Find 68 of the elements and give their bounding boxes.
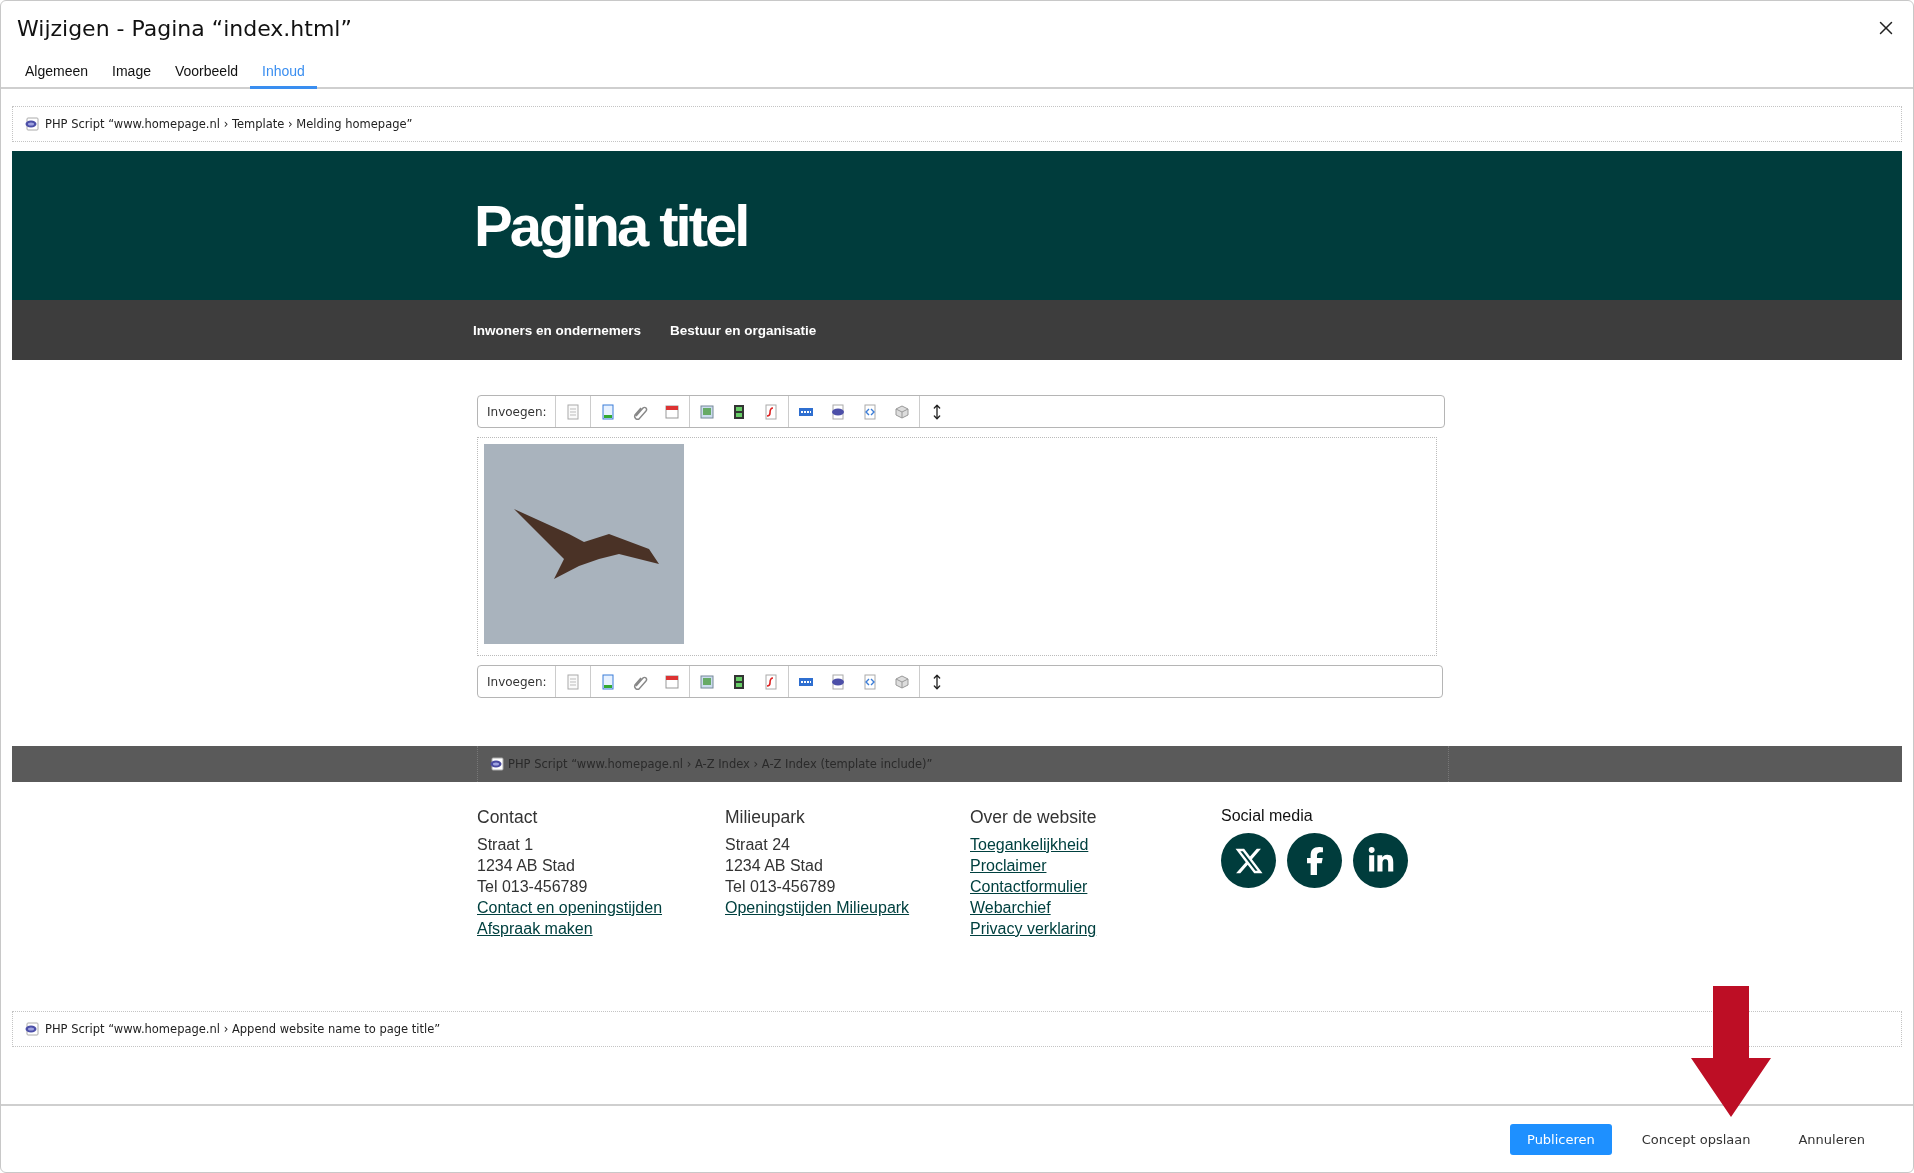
footer-text: Tel 013-456789: [725, 877, 837, 897]
picture-document-icon: [599, 403, 616, 420]
footer-link[interactable]: Contactformulier: [970, 876, 1088, 897]
footer-link[interactable]: Openingstijden Milieupark: [725, 897, 910, 918]
footer-link[interactable]: Afspraak maken: [477, 918, 593, 939]
document-icon: [564, 403, 581, 420]
footer-text: 1234 AB Stad: [725, 856, 824, 876]
action-button[interactable]: Concept opslaan: [1629, 1123, 1763, 1155]
php-file-button[interactable]: [829, 403, 846, 420]
tab[interactable]: Image: [100, 55, 163, 89]
calendar-button[interactable]: [663, 403, 680, 420]
calendar-button[interactable]: [663, 673, 680, 690]
social-link[interactable]: [1353, 833, 1408, 888]
nav-link[interactable]: Bestuur en organisatie: [670, 322, 817, 338]
picture-document-icon: [599, 673, 616, 690]
php-file-icon: [25, 1022, 39, 1036]
box-button[interactable]: [893, 403, 910, 420]
footer-text: Straat 24: [725, 835, 791, 855]
code-file-button[interactable]: [861, 673, 878, 690]
picture-document-button[interactable]: [599, 403, 616, 420]
footer-heading: Milieupark: [725, 807, 806, 828]
action-button[interactable]: Annuleren: [1786, 1123, 1877, 1155]
footer-link[interactable]: Webarchief: [970, 897, 1051, 918]
flash-document-button[interactable]: [762, 403, 779, 420]
picture-button[interactable]: [698, 403, 715, 420]
script-path: PHP Script “www.homepage.nl › Append website name to page title”: [45, 1022, 441, 1036]
nav-link[interactable]: Inwoners en ondernemers: [473, 322, 642, 338]
tab[interactable]: Voorbeeld: [162, 55, 251, 89]
code-file-button[interactable]: [861, 403, 878, 420]
footer-link[interactable]: Contact en openingstijden: [477, 897, 663, 918]
footer-heading: Contact: [477, 807, 539, 828]
footer-text: 1234 AB Stad: [477, 856, 576, 876]
footer-heading: Over de website: [970, 807, 1098, 828]
php-file-icon: [490, 757, 504, 771]
picture-button[interactable]: [698, 673, 715, 690]
picture-icon: [698, 673, 715, 690]
php-file-button[interactable]: [829, 673, 846, 690]
tab[interactable]: Algemeen: [13, 55, 101, 89]
flash-document-button[interactable]: [762, 673, 779, 690]
box-icon: [893, 673, 910, 690]
script-path: PHP Script “www.homepage.nl › Template › Melding homepage”: [45, 117, 413, 131]
flash-document-icon: [762, 673, 779, 690]
social-link[interactable]: [1221, 833, 1276, 888]
footer-text: Straat 1: [477, 835, 535, 855]
php-file-icon: [829, 403, 846, 420]
toolbar-label: Invoegen:: [487, 674, 547, 689]
dialog-title: Wijzigen - Pagina “index.html”: [17, 15, 352, 41]
linkedin-icon: [1366, 846, 1395, 875]
php-file-icon: [25, 117, 39, 131]
page-title: Pagina titel: [474, 192, 748, 259]
code-file-icon: [861, 673, 878, 690]
toolbar-label: Invoegen:: [487, 404, 547, 419]
footer-heading: Social media: [1221, 807, 1314, 825]
social-link[interactable]: [1287, 833, 1342, 888]
footer-link[interactable]: Privacy verklaring: [970, 918, 1097, 939]
footer-link[interactable]: Toegankelijkheid: [970, 834, 1089, 855]
picture-document-button[interactable]: [599, 673, 616, 690]
code-file-icon: [861, 403, 878, 420]
box-icon: [893, 403, 910, 420]
picture-icon: [698, 403, 715, 420]
box-button[interactable]: [893, 673, 910, 690]
footer-text: Tel 013-456789: [477, 877, 589, 897]
php-file-icon: [829, 673, 846, 690]
document-icon: [564, 673, 581, 690]
flash-document-icon: [762, 403, 779, 420]
calendar-icon: [663, 673, 680, 690]
calendar-icon: [663, 403, 680, 420]
footer-link[interactable]: Proclaimer: [970, 855, 1047, 876]
